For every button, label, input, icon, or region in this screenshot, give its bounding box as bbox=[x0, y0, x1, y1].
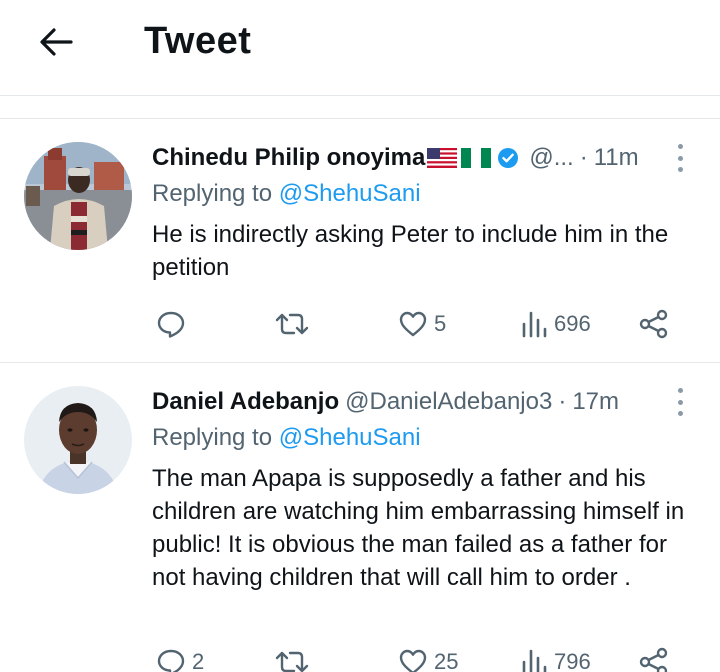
tweet-reply[interactable]: Daniel Adebanjo @DanielAdebanjo3 · 17m R… bbox=[0, 364, 720, 672]
replying-to-label: Replying to bbox=[152, 424, 279, 451]
reply-count: 2 bbox=[192, 649, 205, 672]
view-count: 796 bbox=[554, 649, 591, 672]
views-icon bbox=[522, 311, 547, 338]
like-button[interactable]: 5 bbox=[398, 304, 446, 344]
page-title: Tweet bbox=[144, 20, 252, 62]
back-button[interactable] bbox=[36, 22, 76, 62]
heart-icon bbox=[399, 311, 427, 337]
more-options-icon[interactable] bbox=[670, 144, 690, 172]
timestamp[interactable]: 17m bbox=[572, 388, 619, 416]
tweet-header: Chinedu Philip onoyima @... · 11m bbox=[152, 142, 639, 174]
reply-icon bbox=[157, 649, 185, 672]
replying-to: Replying to @ShehuSani bbox=[152, 424, 421, 452]
nigeria-flag-icon bbox=[461, 148, 492, 168]
view-count: 696 bbox=[554, 311, 591, 336]
arrow-left-icon bbox=[40, 28, 73, 56]
like-button[interactable]: 25 bbox=[398, 642, 458, 672]
avatar[interactable] bbox=[24, 386, 132, 494]
user-handle[interactable]: @... bbox=[529, 144, 573, 172]
header: Tweet bbox=[0, 0, 720, 96]
views-button[interactable]: 696 bbox=[520, 304, 591, 344]
like-count: 5 bbox=[434, 311, 447, 336]
separator: · bbox=[579, 144, 588, 171]
action-bar: 5 696 bbox=[152, 304, 682, 344]
replying-to: Replying to @ShehuSani bbox=[152, 180, 421, 208]
retweet-icon bbox=[275, 313, 309, 335]
more-options-icon[interactable] bbox=[670, 388, 690, 416]
tweet-header: Daniel Adebanjo @DanielAdebanjo3 · 17m bbox=[152, 386, 619, 418]
mention-link[interactable]: @ShehuSani bbox=[279, 424, 421, 451]
views-icon bbox=[522, 649, 547, 672]
tweet-text: The man Apapa is supposedly a father and… bbox=[152, 465, 685, 591]
reply-button[interactable]: 2 bbox=[156, 642, 204, 672]
avatar[interactable] bbox=[24, 142, 132, 250]
tweet-reply[interactable]: Chinedu Philip onoyima @... · 11m Replyi… bbox=[0, 120, 720, 363]
share-icon bbox=[639, 647, 668, 672]
user-handle[interactable]: @DanielAdebanjo3 bbox=[345, 388, 552, 416]
verified-badge-icon bbox=[497, 147, 519, 169]
retweet-button[interactable] bbox=[274, 304, 316, 344]
share-icon bbox=[639, 309, 668, 339]
action-bar: 2 25 796 bbox=[152, 642, 682, 672]
retweet-button[interactable] bbox=[274, 642, 316, 672]
us-flag-icon bbox=[427, 148, 458, 168]
replying-to-label: Replying to bbox=[152, 180, 279, 207]
flag-emojis bbox=[427, 148, 495, 168]
separator: · bbox=[558, 388, 567, 415]
heart-icon bbox=[399, 649, 427, 672]
views-button[interactable]: 796 bbox=[520, 642, 591, 672]
display-name[interactable]: Daniel Adebanjo bbox=[152, 388, 339, 416]
mention-link[interactable]: @ShehuSani bbox=[279, 180, 421, 207]
timestamp[interactable]: 11m bbox=[594, 144, 639, 172]
like-count: 25 bbox=[434, 649, 459, 672]
divider bbox=[0, 97, 720, 119]
retweet-icon bbox=[275, 651, 309, 672]
share-button[interactable] bbox=[638, 642, 670, 672]
reply-icon bbox=[157, 311, 185, 338]
reply-button[interactable] bbox=[156, 304, 192, 344]
display-name[interactable]: Chinedu Philip onoyima bbox=[152, 144, 425, 172]
share-button[interactable] bbox=[638, 304, 670, 344]
tweet-text: He is indirectly asking Peter to include… bbox=[152, 221, 669, 281]
